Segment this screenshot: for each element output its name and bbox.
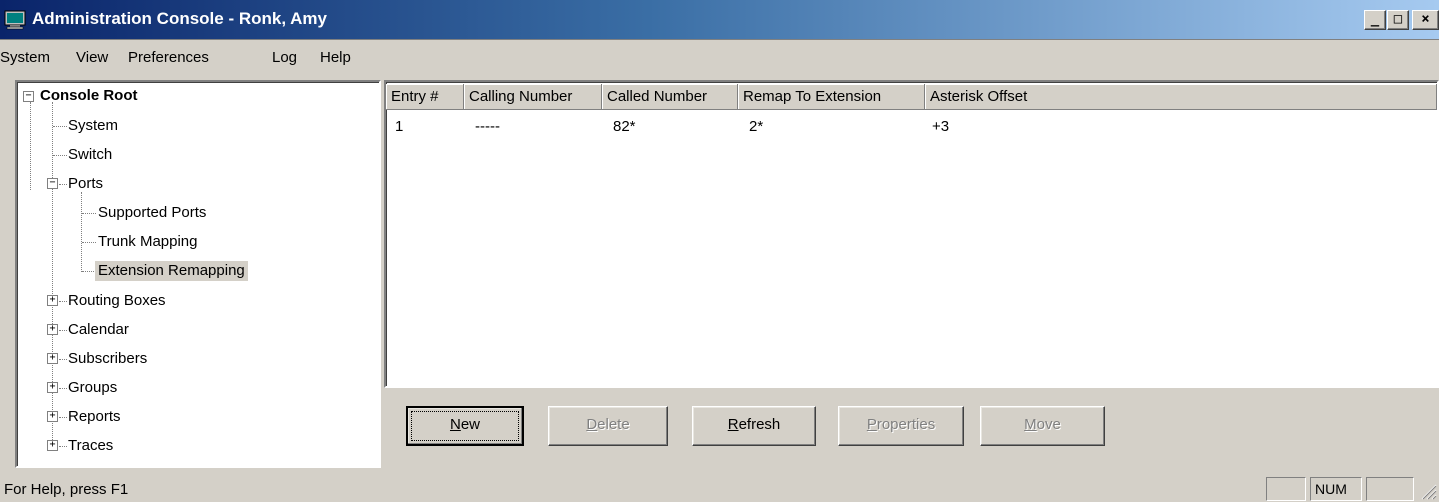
status-cell-num: NUM bbox=[1310, 477, 1362, 501]
column-header-entry[interactable]: Entry # bbox=[386, 84, 464, 110]
collapse-icon[interactable]: − bbox=[47, 178, 58, 189]
column-header-called-number[interactable]: Called Number bbox=[602, 84, 738, 110]
status-cell-caps bbox=[1266, 477, 1306, 501]
collapse-icon[interactable]: − bbox=[23, 91, 34, 102]
tree-item-switch[interactable]: Switch bbox=[65, 145, 115, 165]
delete-button[interactable]: Delete bbox=[548, 406, 668, 446]
refresh-button[interactable]: Refresh bbox=[692, 406, 816, 446]
action-button-panel: New Delete Refresh Properties Move bbox=[384, 388, 1439, 468]
tree-guide-line bbox=[30, 102, 31, 190]
menu-help[interactable]: Help bbox=[320, 49, 351, 66]
menu-log[interactable]: Log bbox=[272, 49, 297, 66]
tree-guide-line bbox=[81, 192, 82, 272]
expand-icon[interactable]: + bbox=[47, 353, 58, 364]
close-button[interactable]: × bbox=[1412, 10, 1439, 30]
move-button-label: Move bbox=[1024, 416, 1061, 433]
tree-item-trunk-mapping[interactable]: Trunk Mapping bbox=[95, 232, 201, 252]
new-button[interactable]: New bbox=[406, 406, 524, 446]
properties-button[interactable]: Properties bbox=[838, 406, 964, 446]
status-help-text: For Help, press F1 bbox=[4, 481, 129, 498]
resize-grip-icon[interactable] bbox=[1419, 482, 1437, 500]
expand-icon[interactable]: + bbox=[47, 411, 58, 422]
menu-bar: System View Preferences Log Help bbox=[0, 41, 1439, 73]
column-header-remap-to-extension[interactable]: Remap To Extension bbox=[738, 84, 925, 110]
tree-item-traces[interactable]: Traces bbox=[65, 436, 116, 456]
column-header-asterisk-offset[interactable]: Asterisk Offset bbox=[925, 84, 1437, 110]
tree-connector bbox=[82, 271, 96, 272]
menu-view[interactable]: View bbox=[76, 49, 108, 66]
window-title: Administration Console - Ronk, Amy bbox=[32, 9, 328, 28]
tree-item-calendar[interactable]: Calendar bbox=[65, 320, 132, 340]
cell-entry: 1 bbox=[395, 118, 404, 135]
cell-called-number: 82* bbox=[613, 118, 636, 135]
maximize-button[interactable]: □ bbox=[1387, 10, 1409, 30]
minimize-button[interactable]: _ bbox=[1364, 10, 1386, 30]
tree-item-groups[interactable]: Groups bbox=[65, 378, 120, 398]
cell-asterisk-offset: +3 bbox=[932, 118, 950, 135]
tree-item-system[interactable]: System bbox=[65, 116, 121, 136]
cell-calling-number: ----- bbox=[475, 118, 500, 135]
tree-item-ports[interactable]: Ports bbox=[65, 174, 106, 194]
move-button[interactable]: Move bbox=[980, 406, 1105, 446]
computer-console-icon bbox=[4, 10, 26, 30]
tree-item-console-root[interactable]: Console Root bbox=[37, 86, 141, 106]
tree-item-supported-ports[interactable]: Supported Ports bbox=[95, 203, 209, 223]
properties-button-label: Properties bbox=[866, 416, 936, 433]
expand-icon[interactable]: + bbox=[47, 295, 58, 306]
tree-item-subscribers[interactable]: Subscribers bbox=[65, 349, 150, 369]
title-bar: Administration Console - Ronk, Amy _ □ × bbox=[0, 0, 1439, 40]
focus-rectangle bbox=[411, 411, 519, 441]
tree-connector bbox=[82, 242, 96, 243]
tree-item-routing-boxes[interactable]: Routing Boxes bbox=[65, 291, 169, 311]
delete-button-label: Delete bbox=[586, 416, 630, 433]
remapping-list: Entry # Calling Number Called Number Rem… bbox=[384, 80, 1439, 388]
refresh-button-label: Refresh bbox=[727, 416, 781, 433]
tree-item-reports[interactable]: Reports bbox=[65, 407, 124, 427]
navigation-tree: − Console Root System Switch − Ports Sup… bbox=[15, 80, 381, 468]
column-header-calling-number[interactable]: Calling Number bbox=[464, 84, 602, 110]
expand-icon[interactable]: + bbox=[47, 440, 58, 451]
tree-connector bbox=[82, 213, 96, 214]
menu-system[interactable]: System bbox=[0, 49, 50, 66]
tree-item-extension-remapping[interactable]: Extension Remapping bbox=[95, 261, 248, 281]
cell-remap-to-extension: 2* bbox=[749, 118, 764, 135]
status-cell-scroll bbox=[1366, 477, 1414, 501]
menu-preferences[interactable]: Preferences bbox=[128, 49, 209, 66]
status-bar: For Help, press F1 NUM bbox=[0, 474, 1439, 502]
expand-icon[interactable]: + bbox=[47, 324, 58, 335]
expand-icon[interactable]: + bbox=[47, 382, 58, 393]
